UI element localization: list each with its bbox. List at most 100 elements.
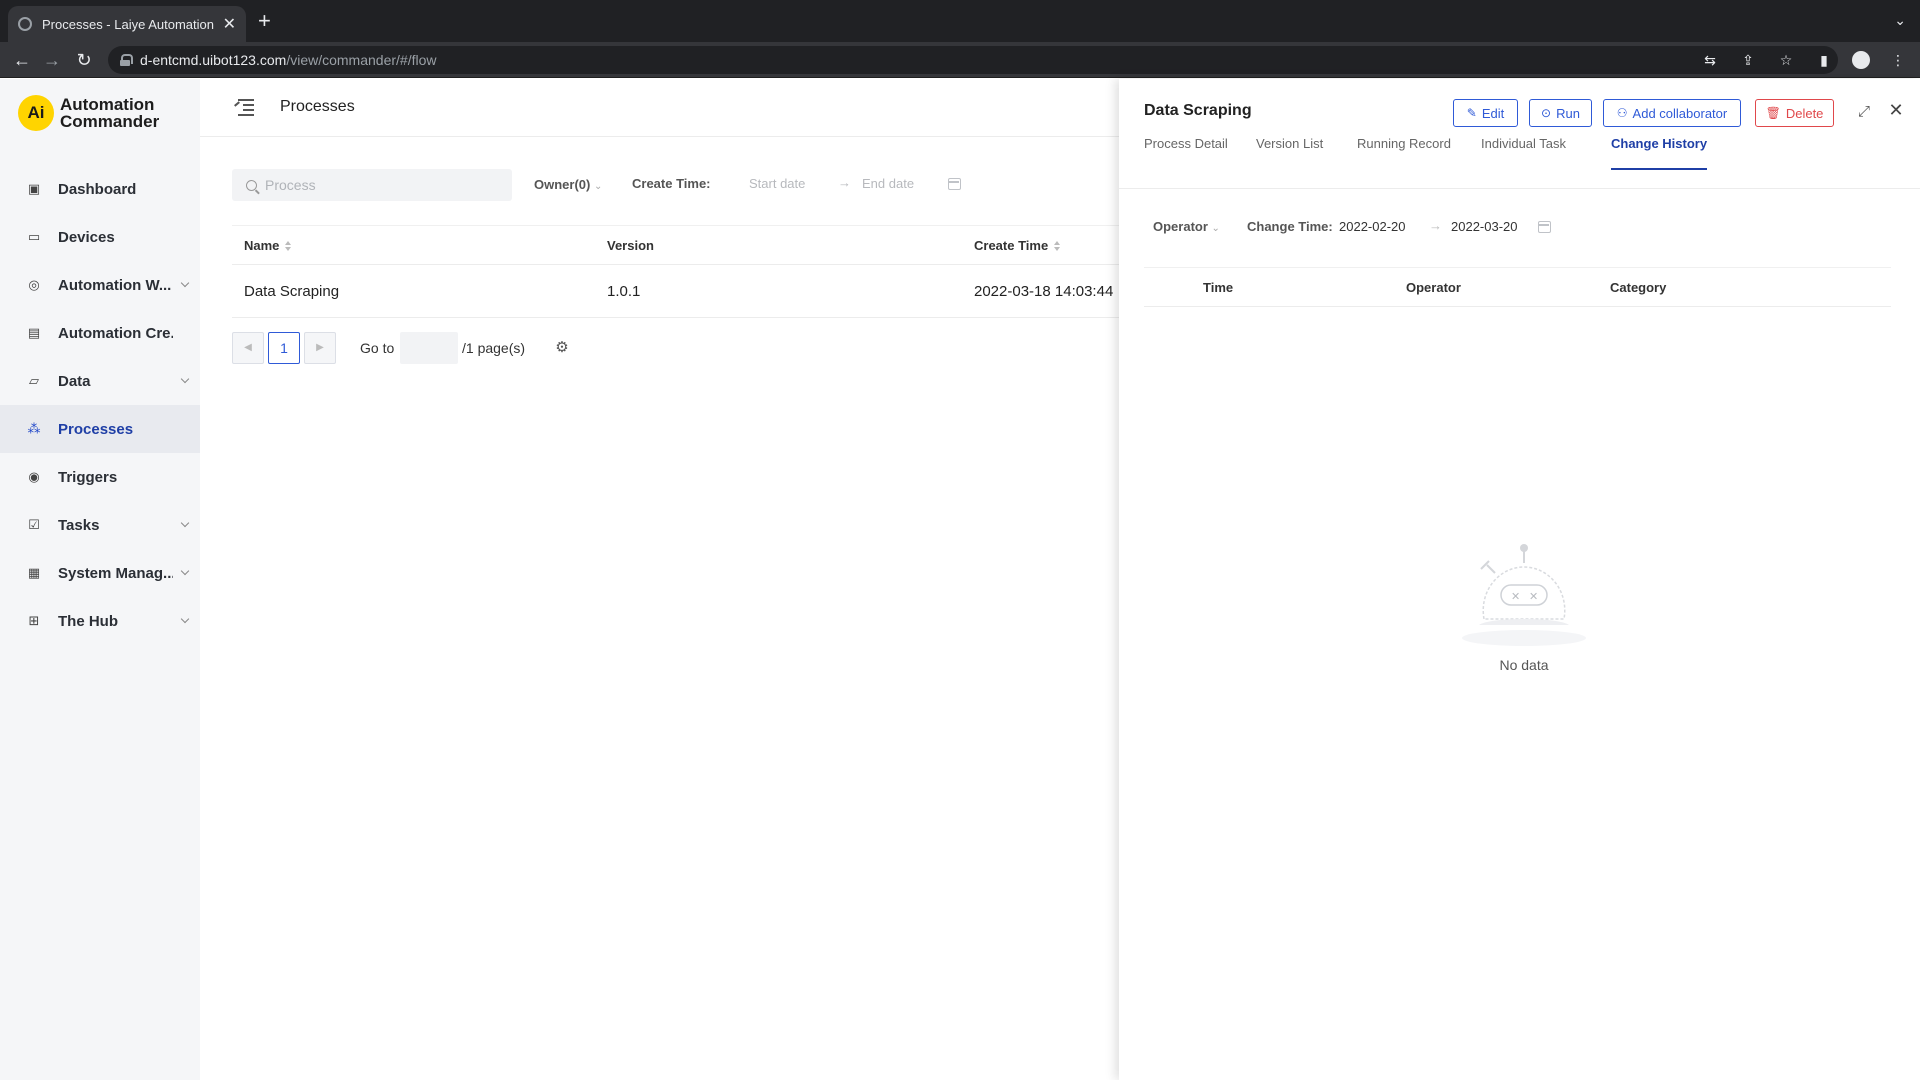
column-header-create-time[interactable]: Create Time bbox=[974, 238, 1061, 253]
edit-button[interactable]: ✎ Edit bbox=[1453, 99, 1518, 127]
empty-robot-illustration-icon: ✕ ✕ bbox=[1462, 544, 1586, 646]
sort-icon[interactable] bbox=[285, 241, 292, 251]
tab-title: Processes - Laiye Automation bbox=[42, 16, 214, 32]
sidebar-item-automation-creator[interactable]: ▤ Automation Cre... bbox=[0, 309, 200, 357]
logo-line-2: Commander bbox=[60, 112, 160, 131]
tab-individual-task[interactable]: Individual Task bbox=[1481, 136, 1566, 170]
calendar-icon[interactable] bbox=[948, 178, 961, 190]
side-panel-icon[interactable]: ▮ bbox=[1814, 50, 1834, 70]
operator-filter[interactable]: Operator ⌄ bbox=[1153, 219, 1220, 234]
share-icon[interactable]: ⇪ bbox=[1738, 50, 1758, 70]
sidebar-item-automation-workflow[interactable]: ◎ Automation W... bbox=[0, 261, 200, 309]
goto-page-input[interactable] bbox=[400, 332, 458, 364]
add-user-icon: ⚇ bbox=[1616, 106, 1628, 120]
tab-search-chevron-icon[interactable]: ⌄ bbox=[1894, 12, 1906, 29]
end-date-input[interactable]: End date bbox=[862, 176, 914, 191]
browser-menu-icon[interactable]: ⋮ bbox=[1888, 50, 1908, 70]
delete-button-label: Delete bbox=[1785, 105, 1824, 121]
create-time-label: Create Time: bbox=[632, 176, 711, 191]
drawer-title: Data Scraping bbox=[1144, 102, 1252, 119]
cell-create-time: 2022-03-18 14:03:44 bbox=[974, 283, 1114, 300]
page-number-button[interactable]: 1 bbox=[268, 332, 300, 364]
new-tab-icon[interactable]: + bbox=[258, 10, 271, 32]
column-header-time: Time bbox=[1203, 280, 1234, 295]
reload-icon[interactable]: ↻ bbox=[72, 48, 96, 72]
column-header-label: Name bbox=[244, 238, 280, 253]
sidebar-item-devices[interactable]: ▭ Devices bbox=[0, 213, 200, 261]
sidebar-item-label: Data bbox=[58, 372, 91, 390]
forward-arrow-icon[interactable]: → bbox=[40, 48, 64, 72]
change-history-table-header: Time Operator Category bbox=[1144, 267, 1891, 307]
sidebar-item-the-hub[interactable]: ⊞ The Hub bbox=[0, 597, 200, 645]
goto-label: Go to bbox=[360, 340, 395, 356]
profile-avatar-icon[interactable] bbox=[1852, 51, 1870, 69]
sort-icon[interactable] bbox=[1054, 241, 1061, 251]
process-search-input[interactable] bbox=[265, 177, 495, 193]
logo-line-1: Automation bbox=[60, 95, 155, 114]
sidebar-item-dashboard[interactable]: ▣ Dashboard bbox=[0, 165, 200, 213]
run-button[interactable]: ⊙ Run bbox=[1529, 99, 1592, 127]
tab-process-detail[interactable]: Process Detail bbox=[1144, 136, 1228, 170]
owner-filter[interactable]: Owner(0) ⌄ bbox=[534, 177, 602, 192]
triggers-icon: ◉ bbox=[28, 469, 40, 484]
back-arrow-icon[interactable]: ← bbox=[10, 48, 34, 72]
browser-tab-strip: Processes - Laiye Automation ✕ + ⌄ bbox=[0, 0, 1920, 42]
add-collaborator-button[interactable]: ⚇ Add collaborator bbox=[1603, 99, 1741, 127]
tabs-divider bbox=[1119, 188, 1920, 189]
cell-version: 1.0.1 bbox=[607, 283, 641, 300]
url-host: d-entcmd.uibot123.com bbox=[140, 52, 287, 68]
sidebar-item-label: Dashboard bbox=[58, 180, 137, 198]
sidebar-item-triggers[interactable]: ◉ Triggers bbox=[0, 453, 200, 501]
hub-icon: ⊞ bbox=[28, 613, 40, 628]
column-header-name[interactable]: Name bbox=[244, 238, 292, 253]
edit-icon: ✎ bbox=[1466, 106, 1477, 120]
gear-icon[interactable]: ⚙ bbox=[554, 340, 570, 356]
logo-mark: Ai bbox=[18, 95, 54, 131]
sidebar-item-processes[interactable]: ⁂ Processes bbox=[0, 405, 200, 453]
total-pages-label: /1 page(s) bbox=[462, 340, 526, 356]
chevron-down-icon bbox=[180, 374, 190, 384]
sidebar-item-system-management[interactable]: ▦ System Manag... bbox=[0, 549, 200, 597]
next-page-button[interactable]: ▶ bbox=[304, 332, 336, 364]
svg-text:✕: ✕ bbox=[1511, 591, 1520, 603]
sidebar: Ai Automation Commander ▣ Dashboard ▭ De… bbox=[0, 79, 200, 1080]
collapse-sidebar-icon[interactable] bbox=[234, 99, 254, 116]
tab-close-icon[interactable]: ✕ bbox=[223, 14, 236, 34]
automation-workflow-icon: ◎ bbox=[28, 277, 40, 292]
tab-change-history[interactable]: Change History bbox=[1611, 136, 1708, 170]
prev-page-button[interactable]: ◀ bbox=[232, 332, 264, 364]
address-bar[interactable]: d-entcmd.uibot123.com /view/commander/#/… bbox=[108, 46, 1838, 74]
translate-icon[interactable]: ⇆ bbox=[1700, 50, 1720, 70]
process-detail-drawer: Data Scraping ✎ Edit ⊙ Run ⚇ Add collabo… bbox=[1119, 79, 1920, 1080]
change-start-date-input[interactable]: 2022-02-20 bbox=[1339, 219, 1406, 234]
play-icon: ⊙ bbox=[1541, 106, 1552, 120]
processes-icon: ⁂ bbox=[27, 421, 41, 436]
tab-favicon-icon bbox=[18, 17, 32, 31]
range-arrow-icon: → bbox=[838, 175, 851, 190]
change-time-label: Change Time: bbox=[1247, 219, 1333, 234]
expand-icon[interactable]: ⤢ bbox=[1855, 103, 1873, 121]
chevron-down-icon bbox=[180, 518, 190, 528]
search-box[interactable] bbox=[232, 169, 512, 201]
tab-version-list[interactable]: Version List bbox=[1256, 136, 1323, 170]
delete-button[interactable]: 🗑 Delete bbox=[1755, 99, 1834, 127]
calendar-icon[interactable] bbox=[1538, 221, 1551, 233]
start-date-input[interactable]: Start date bbox=[749, 176, 805, 191]
trash-icon: 🗑 bbox=[1765, 106, 1781, 120]
close-icon[interactable]: ✕ bbox=[1887, 101, 1905, 119]
devices-icon: ▭ bbox=[27, 229, 41, 244]
svg-text:✕: ✕ bbox=[1529, 591, 1538, 603]
chevron-down-icon: ⌄ bbox=[1211, 223, 1220, 234]
change-end-date-input[interactable]: 2022-03-20 bbox=[1451, 219, 1518, 234]
bookmark-star-icon[interactable]: ☆ bbox=[1776, 50, 1796, 70]
tab-running-record[interactable]: Running Record bbox=[1357, 136, 1451, 170]
browser-tab[interactable]: Processes - Laiye Automation ✕ bbox=[8, 6, 246, 42]
sidebar-item-tasks[interactable]: ☑ Tasks bbox=[0, 501, 200, 549]
system-management-icon: ▦ bbox=[27, 565, 41, 580]
sidebar-item-data[interactable]: ▱ Data bbox=[0, 357, 200, 405]
operator-filter-label: Operator bbox=[1153, 219, 1208, 234]
sidebar-item-label: The Hub bbox=[58, 612, 118, 630]
cell-name[interactable]: Data Scraping bbox=[244, 283, 339, 300]
logo[interactable]: Ai Automation Commander bbox=[18, 95, 159, 131]
dashboard-icon: ▣ bbox=[27, 181, 41, 196]
